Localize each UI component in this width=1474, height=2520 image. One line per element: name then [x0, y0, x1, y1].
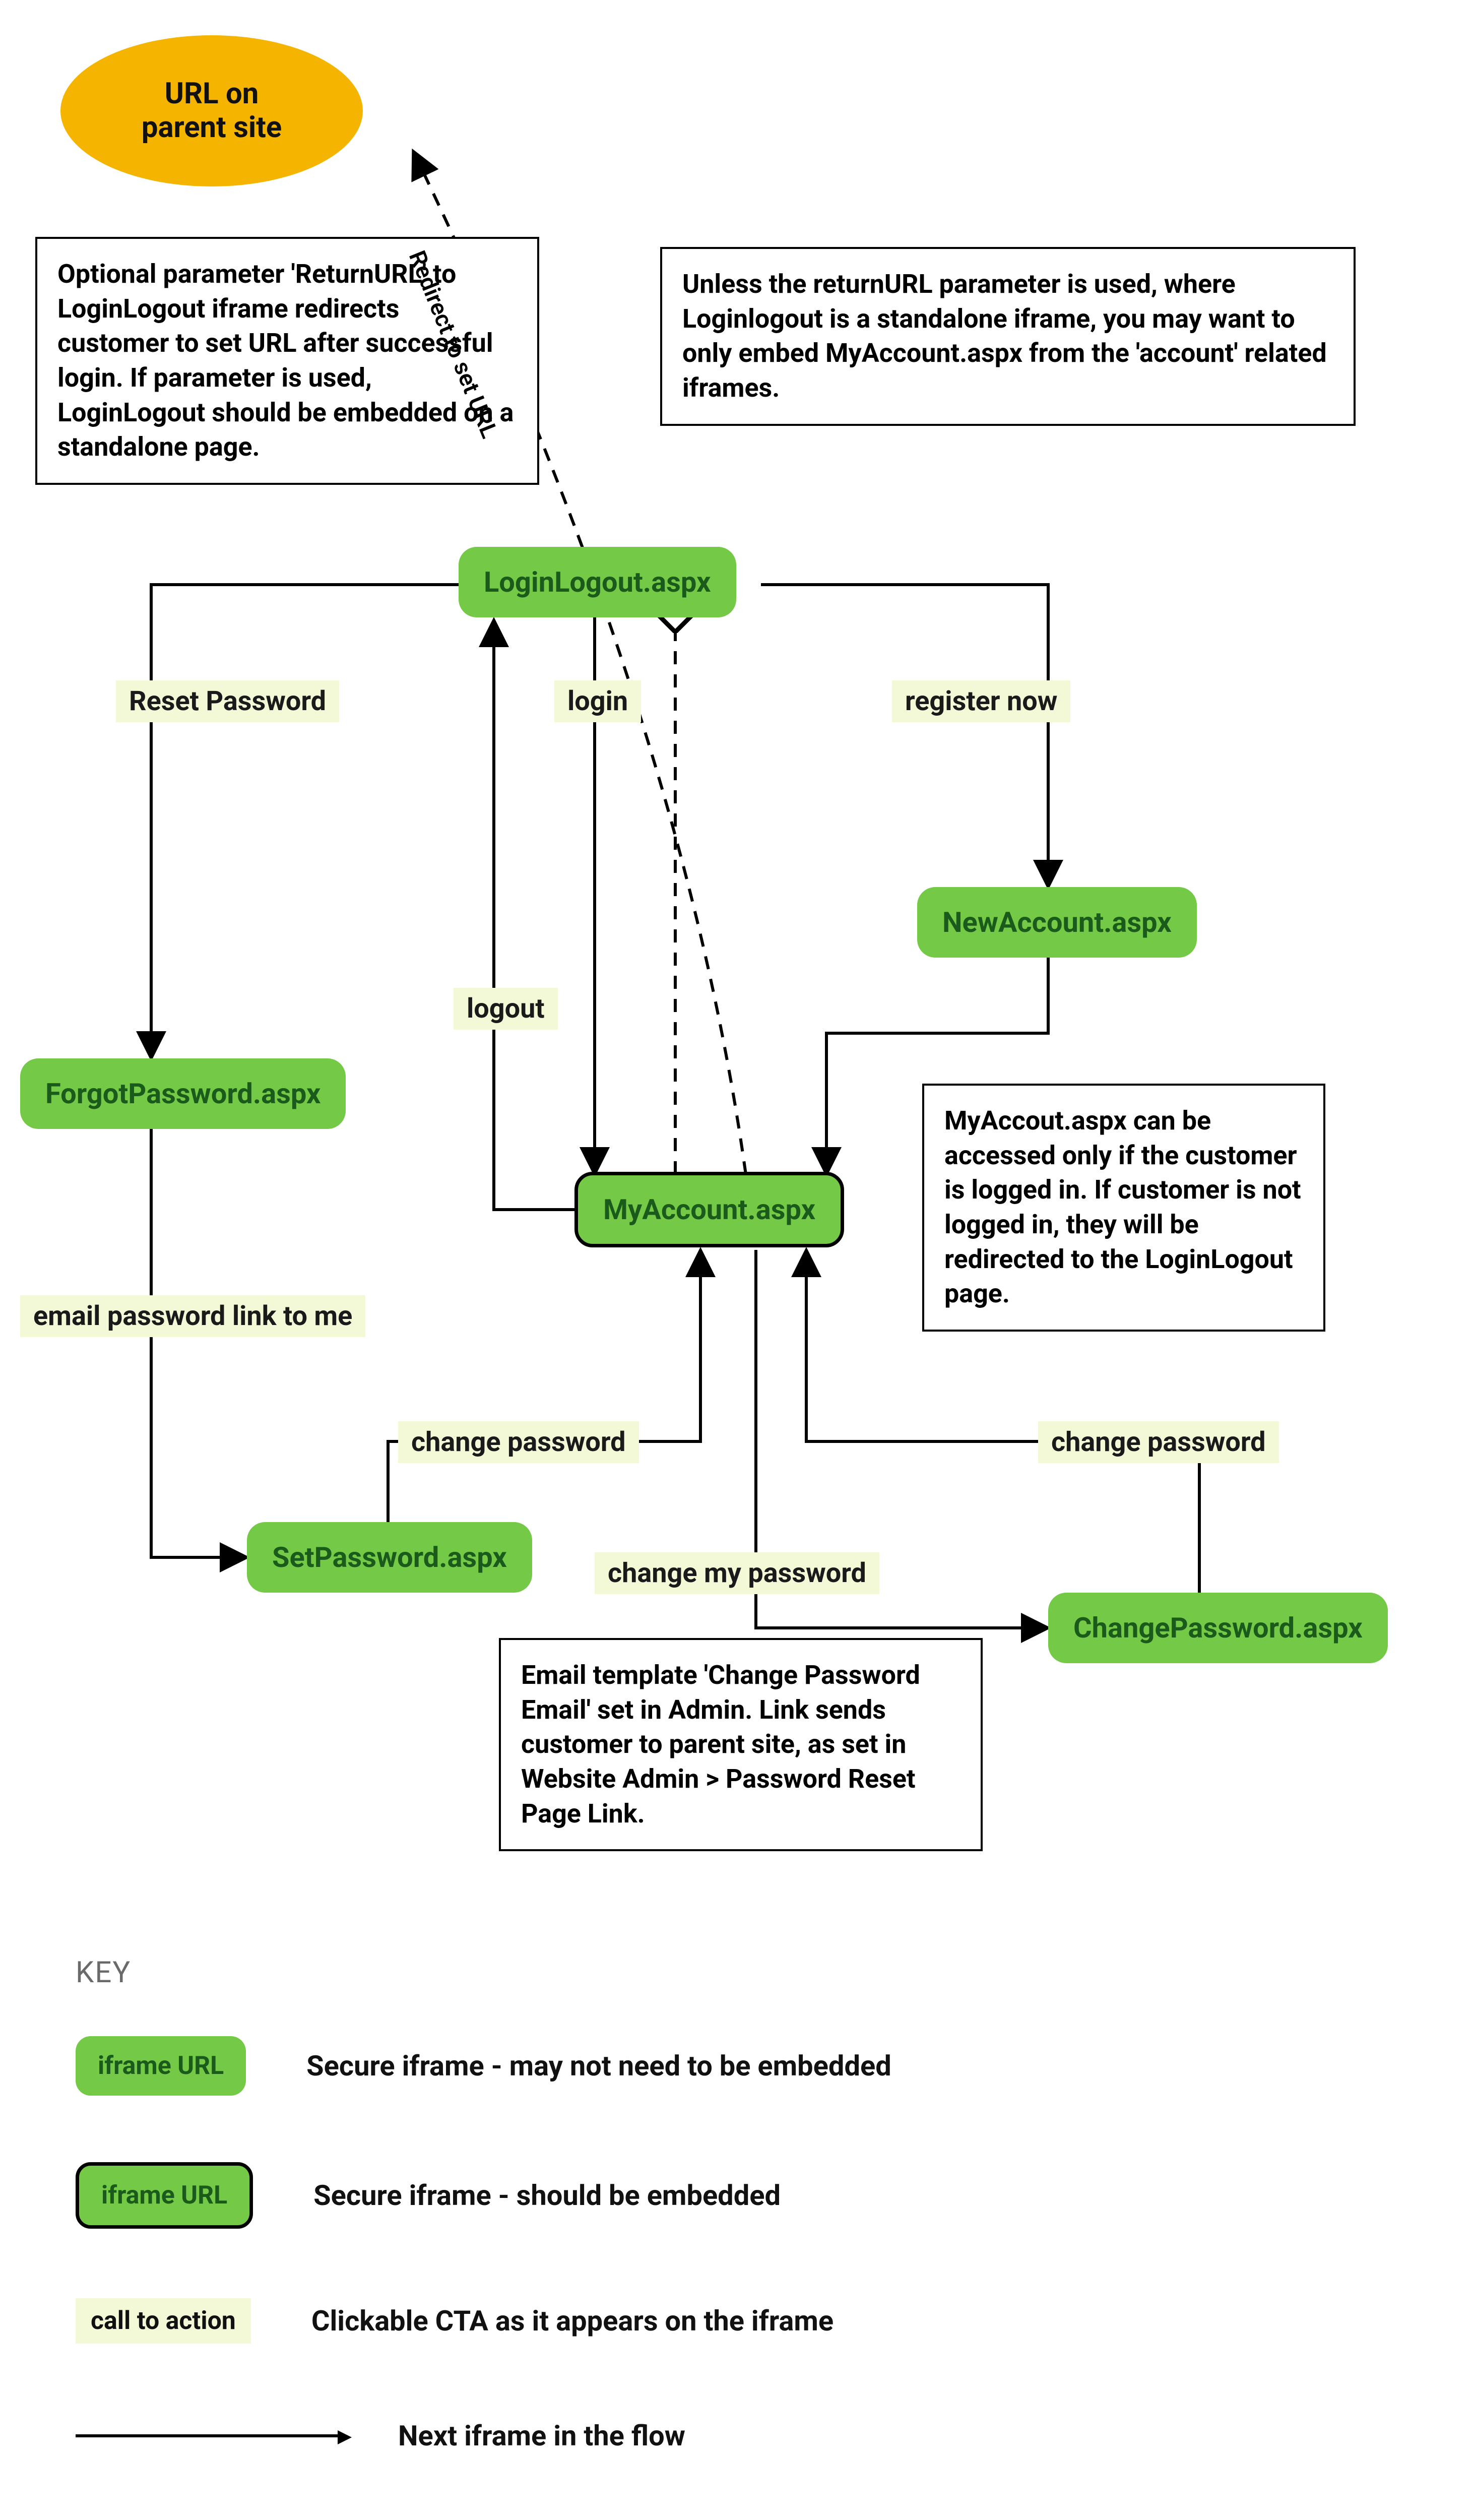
key-swatch-node-soft: iframe URL: [76, 2036, 246, 2096]
node-newaccount: NewAccount.aspx: [917, 887, 1197, 958]
note-emailtemplate: Email template 'Change Password Email' s…: [499, 1638, 983, 1851]
key-row-3: Next iframe in the flow: [76, 2419, 1335, 2452]
note-myaccount: MyAccout.aspx can be accessed only if th…: [922, 1084, 1325, 1332]
key-swatch-cta: call to action: [76, 2298, 251, 2344]
key-row-0: iframe URL Secure iframe - may not need …: [76, 2036, 891, 2096]
cta-change-my-password: change my password: [595, 1552, 879, 1594]
key-text-2: Clickable CTA as it appears on the ifram…: [311, 2304, 834, 2338]
node-changepassword: ChangePassword.aspx: [1048, 1593, 1388, 1663]
key-text-0: Secure iframe - may not need to be embed…: [306, 2049, 891, 2083]
node-loginlogout: LoginLogout.aspx: [459, 547, 736, 617]
key-row-2: call to action Clickable CTA as it appea…: [76, 2298, 834, 2344]
key-text-1: Secure iframe - should be embedded: [313, 2179, 781, 2212]
key-swatch-node-embed: iframe URL: [76, 2162, 253, 2229]
key-swatch-arrow-solid: [76, 2434, 338, 2437]
node-forgotpassword: ForgotPassword.aspx: [20, 1058, 346, 1129]
url-parent-ellipse: URL on parent site: [60, 35, 363, 186]
cta-login: login: [554, 680, 641, 722]
node-myaccount: MyAccount.aspx: [574, 1172, 844, 1247]
node-setpassword: SetPassword.aspx: [247, 1522, 532, 1593]
key-row-1: iframe URL Secure iframe - should be emb…: [76, 2162, 781, 2229]
cta-email-link: email password link to me: [20, 1295, 365, 1337]
cta-change-password-left: change password: [398, 1421, 639, 1463]
cta-logout: logout: [454, 988, 558, 1030]
cta-register-now: register now: [892, 680, 1070, 722]
key-title: KEY: [76, 1956, 131, 1990]
key-text-3: Next iframe in the flow: [398, 2419, 685, 2452]
note-unless: Unless the returnURL parameter is used, …: [660, 247, 1356, 426]
cta-reset-password: Reset Password: [116, 680, 339, 722]
cta-change-password-right: change password: [1038, 1421, 1279, 1463]
